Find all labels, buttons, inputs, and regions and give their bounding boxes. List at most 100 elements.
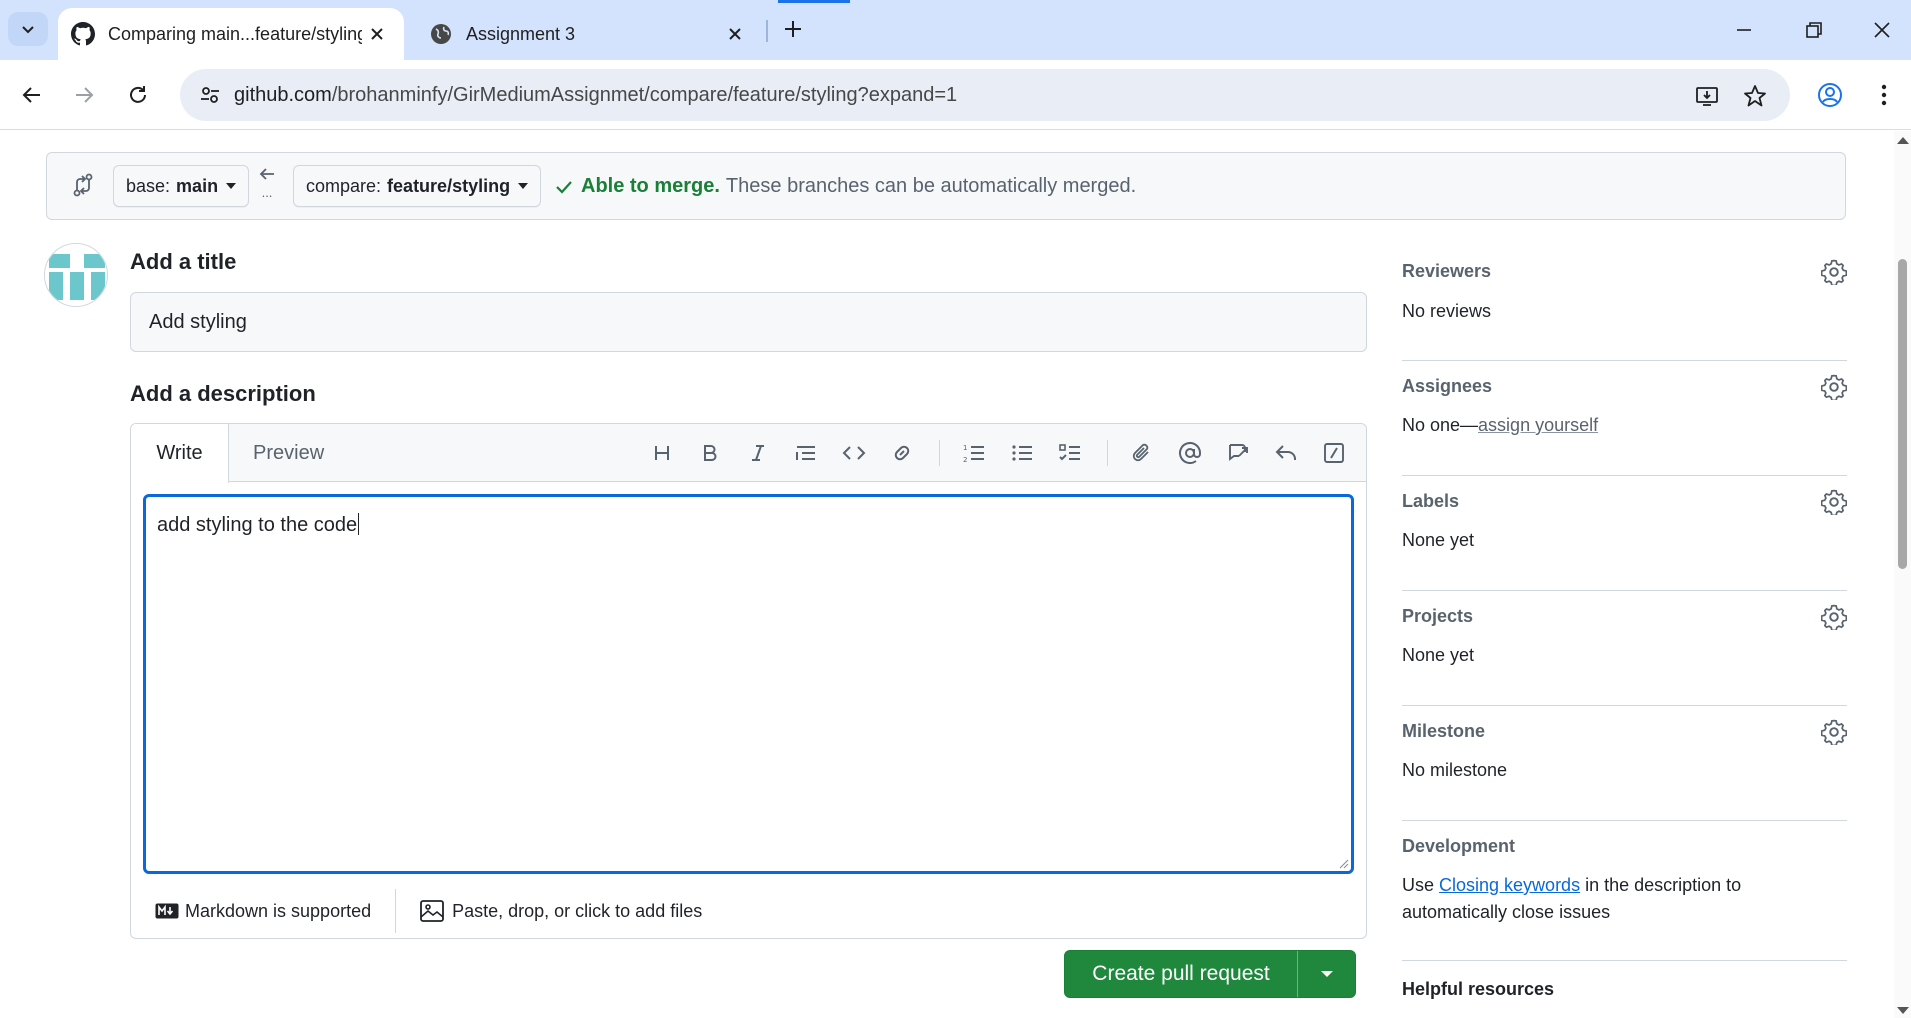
labels-section: Labels None yet [1402, 476, 1847, 591]
close-icon[interactable] [362, 19, 392, 49]
reply-icon[interactable] [1271, 438, 1301, 468]
base-prefix: base: [126, 175, 171, 196]
tab-assignment[interactable]: Assignment 3 [416, 8, 762, 60]
reviewers-heading: Reviewers [1402, 261, 1492, 281]
page-scrollbar[interactable] [1894, 131, 1911, 1018]
development-section: Development Use Closing keywords in the … [1402, 821, 1847, 961]
reviewers-value: No reviews [1402, 301, 1492, 321]
compare-prefix: compare: [306, 175, 382, 196]
new-tab-button[interactable] [776, 12, 810, 46]
toolbar-divider [1107, 440, 1108, 466]
development-prefix: Use [1402, 875, 1440, 895]
attach-icon[interactable] [1127, 438, 1157, 468]
url-text[interactable]: github.com/brohanminfy/GirMediumAssignme… [234, 84, 957, 107]
check-icon [556, 180, 572, 194]
assign-yourself-link[interactable]: assign yourself [1478, 415, 1598, 435]
back-button[interactable] [12, 75, 52, 115]
markdown-icon [155, 903, 179, 919]
link-icon[interactable] [887, 438, 917, 468]
gear-icon[interactable] [1821, 374, 1847, 400]
italic-icon[interactable] [743, 438, 773, 468]
reload-icon [130, 86, 146, 103]
profile-button[interactable] [1810, 75, 1850, 115]
reload-button[interactable] [118, 75, 158, 115]
closing-keywords-link[interactable]: Closing keywords [1439, 875, 1580, 895]
browser-toolbar: github.com/brohanminfy/GirMediumAssignme… [0, 60, 1911, 130]
merge-status-desc: These branches can be automatically merg… [725, 175, 1137, 197]
slash-commands-icon[interactable] [1319, 438, 1349, 468]
markdown-help-link[interactable]: Markdown is supported [155, 901, 371, 922]
minimize-button[interactable] [1724, 10, 1764, 50]
description-editor: Write Preview 12 add styling to the code… [130, 423, 1367, 939]
tab-title: Assignment 3 [466, 23, 576, 44]
heading-icon[interactable] [647, 438, 677, 468]
tab-separator [766, 20, 768, 42]
development-heading: Development [1402, 836, 1516, 856]
milestone-value: No milestone [1402, 760, 1508, 780]
gear-icon[interactable] [1821, 719, 1847, 745]
arrow-left-icon [259, 168, 274, 180]
cross-reference-icon[interactable] [1223, 438, 1253, 468]
gear-icon[interactable] [1821, 604, 1847, 630]
create-pull-request-button[interactable]: Create pull request [1064, 950, 1356, 998]
task-list-icon[interactable] [1055, 438, 1085, 468]
create-options-dropdown[interactable] [1298, 970, 1355, 978]
mention-icon[interactable] [1175, 438, 1205, 468]
arrow-right-icon [76, 87, 94, 103]
browser-menu-button[interactable] [1864, 75, 1904, 115]
browser-tabstrip: Comparing main...feature/styling Assignm… [0, 0, 1911, 60]
gear-icon[interactable] [1821, 259, 1847, 285]
close-window-button[interactable] [1862, 10, 1902, 50]
gear-icon[interactable] [1821, 489, 1847, 515]
tab-compare[interactable]: Comparing main...feature/styling [58, 8, 404, 60]
caret-down-icon [518, 183, 529, 189]
compare-arrow: ... [257, 165, 277, 205]
base-branch-name: main [176, 175, 219, 196]
projects-heading: Projects [1402, 606, 1474, 626]
editor-toolbar: Write Preview 12 [131, 424, 1366, 483]
arrow-left-icon [22, 87, 40, 103]
tab-preview[interactable]: Preview [229, 424, 348, 482]
close-icon[interactable] [720, 19, 750, 49]
base-branch-select[interactable]: base: main [113, 165, 250, 207]
description-text: add styling to the code [157, 514, 358, 536]
title-input[interactable]: Add styling [130, 292, 1367, 352]
development-text: Use Closing keywords in the description … [1402, 872, 1847, 926]
svg-text:2: 2 [963, 456, 967, 463]
scrollbar-thumb[interactable] [1898, 259, 1907, 569]
url-host: github.com [234, 84, 332, 106]
svg-text:1: 1 [963, 444, 967, 452]
address-bar[interactable]: github.com/brohanminfy/GirMediumAssignme… [180, 69, 1790, 121]
text-cursor [358, 513, 360, 535]
merge-status: Able to merge. These branches can be aut… [555, 175, 1136, 198]
quote-icon[interactable] [791, 438, 821, 468]
resize-handle-icon[interactable] [1337, 857, 1349, 869]
restore-button[interactable] [1794, 10, 1834, 50]
assignees-heading: Assignees [1402, 376, 1493, 396]
bold-icon[interactable] [695, 438, 725, 468]
compare-branch-select[interactable]: compare: feature/styling [293, 165, 542, 207]
forward-button[interactable] [64, 75, 104, 115]
ordered-list-icon[interactable]: 12 [959, 438, 989, 468]
description-textarea[interactable]: add styling to the code [143, 494, 1354, 874]
avatar[interactable] [44, 243, 108, 307]
helpful-resources-heading: Helpful resources [1402, 979, 1555, 999]
unordered-list-icon[interactable] [1007, 438, 1037, 468]
scroll-up-arrow-icon[interactable] [1897, 137, 1909, 144]
tab-write[interactable]: Write [131, 424, 229, 483]
code-icon[interactable] [839, 438, 869, 468]
milestone-heading: Milestone [1402, 721, 1486, 741]
github-icon [70, 21, 96, 47]
attach-files-button[interactable]: Paste, drop, or click to add files [420, 900, 702, 922]
assignees-none: No one— [1402, 415, 1479, 435]
image-icon [420, 900, 444, 922]
scroll-down-arrow-icon[interactable] [1897, 1007, 1909, 1014]
bookmark-star-icon[interactable] [1740, 81, 1770, 111]
more-vertical-icon [1881, 84, 1887, 106]
globe-icon [428, 21, 454, 47]
install-app-icon[interactable] [1692, 81, 1722, 111]
minimize-icon [1737, 29, 1751, 31]
tab-search-button[interactable] [8, 12, 48, 46]
projects-value: None yet [1402, 645, 1475, 665]
site-settings-icon[interactable] [194, 79, 226, 111]
